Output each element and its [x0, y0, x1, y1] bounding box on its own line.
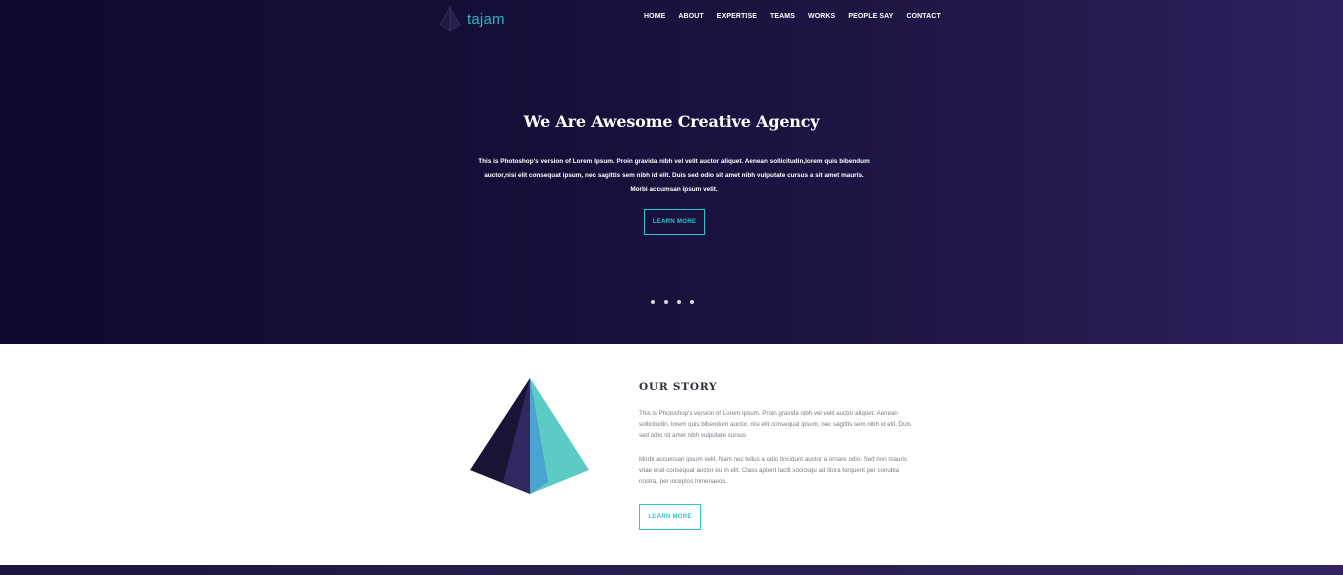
- hero-section: tajam HOME ABOUT EXPERTISE TEAMS WORKS P…: [0, 0, 1343, 344]
- nav-teams[interactable]: TEAMS: [770, 13, 795, 20]
- nav-contact[interactable]: CONTACT: [906, 13, 940, 20]
- next-section-strip: [0, 565, 1343, 575]
- hero-title: We Are Awesome Creative Agency: [523, 112, 820, 131]
- our-story-section: OUR STORY This is Photoshop's version of…: [0, 344, 1343, 565]
- hero-learn-more-button[interactable]: LEARN MORE: [644, 209, 705, 235]
- story-paragraph-2: Morbi accumsan ipsum velit. Nam nec tell…: [639, 456, 907, 486]
- slider-dots: [651, 300, 694, 304]
- slider-dot[interactable]: [664, 300, 668, 304]
- hero-description: This is Photoshop's version of Lorem Ips…: [478, 158, 870, 193]
- nav-about[interactable]: ABOUT: [678, 13, 703, 20]
- main-nav: HOME ABOUT EXPERTISE TEAMS WORKS PEOPLE …: [644, 13, 941, 20]
- logo[interactable]: tajam: [438, 5, 505, 33]
- story-paragraph-1: This is Photoshop's version of Lorem Ips…: [639, 410, 912, 440]
- nav-people-say[interactable]: PEOPLE SAY: [848, 13, 893, 20]
- brand-name: tajam: [467, 10, 505, 28]
- slider-dot[interactable]: [677, 300, 681, 304]
- nav-expertise[interactable]: EXPERTISE: [717, 13, 757, 20]
- slider-dot[interactable]: [690, 300, 694, 304]
- nav-works[interactable]: WORKS: [808, 13, 835, 20]
- nav-home[interactable]: HOME: [644, 13, 665, 20]
- slider-dot[interactable]: [651, 300, 655, 304]
- logo-pyramid-icon: [439, 6, 461, 32]
- story-learn-more-button[interactable]: LEARN MORE: [639, 504, 701, 530]
- pyramid-icon: [470, 378, 589, 494]
- story-title: OUR STORY: [639, 381, 718, 393]
